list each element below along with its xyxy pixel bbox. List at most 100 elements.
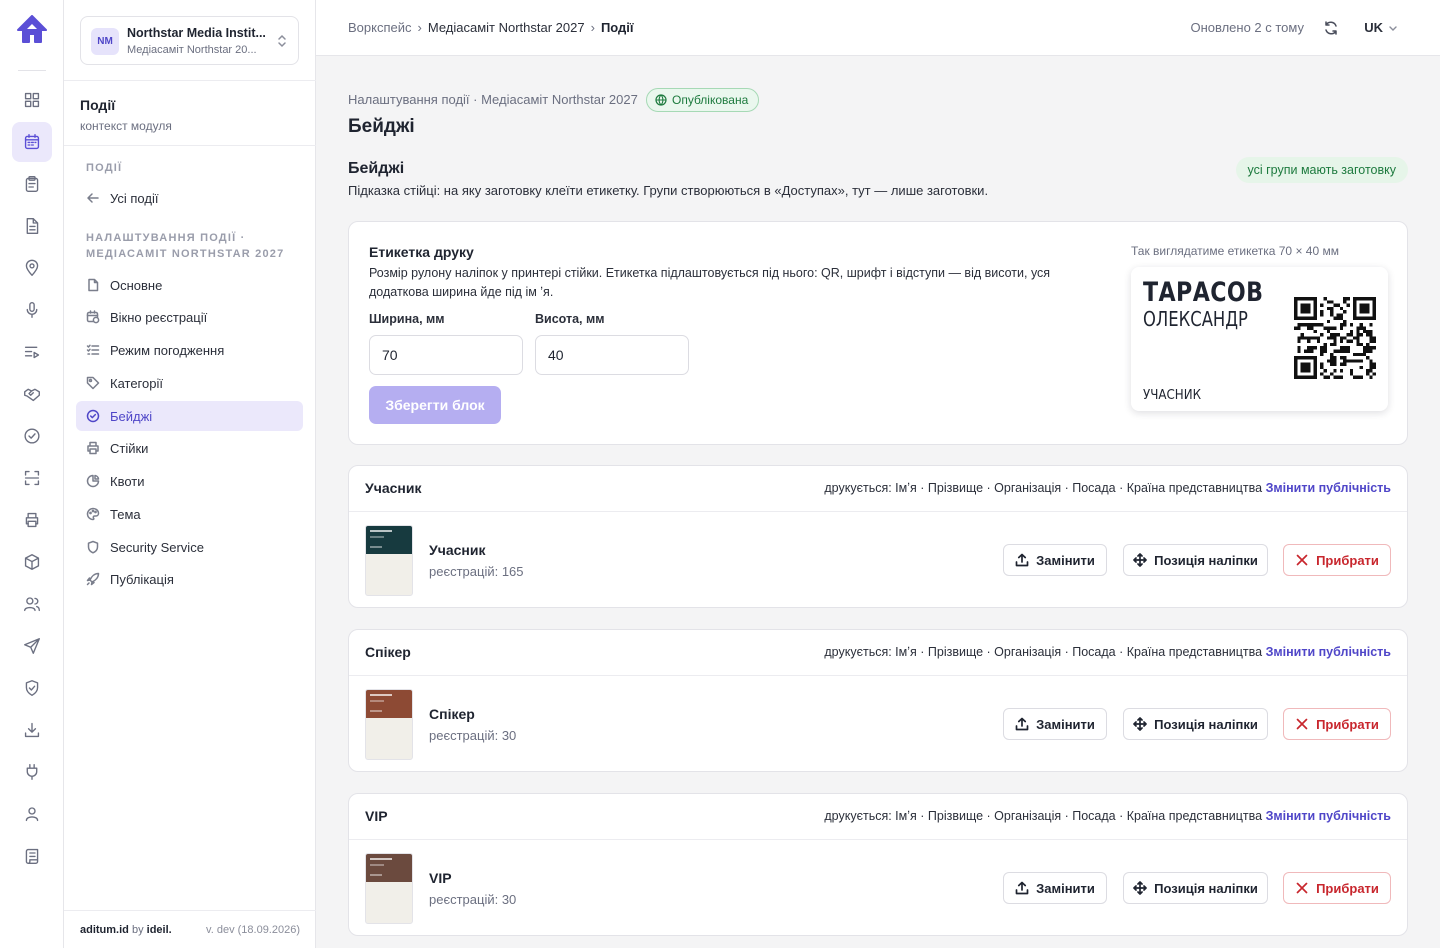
section-label-event-settings: НАЛАШТУВАННЯ ПОДІЇ · МЕДІАСАМІТ NORTHSTA… xyxy=(86,230,284,262)
module-title: Події xyxy=(80,97,116,113)
upload-icon xyxy=(1015,553,1029,567)
tag-icon xyxy=(86,376,100,390)
rail-item-people[interactable] xyxy=(12,794,52,834)
change-visibility-link[interactable]: Змінити публічність xyxy=(1266,481,1391,495)
replace-button-label: Замінити xyxy=(1036,880,1095,896)
sticker-position-button[interactable]: Позиція наліпки xyxy=(1123,872,1268,904)
group-name: Учасник xyxy=(429,542,486,558)
users-icon xyxy=(24,597,40,612)
sidebar-item-8[interactable]: Тема xyxy=(76,499,303,529)
rail-item-plug[interactable] xyxy=(12,752,52,792)
badge-group-card: Учасник друкується: Імʼя · Прізвище · Орг… xyxy=(348,465,1408,608)
group-printed-fields: друкується: Імʼя · Прізвище · Організаці… xyxy=(824,809,1391,823)
org-name: Northstar Media Instit... xyxy=(127,26,266,40)
sidebar-item-7[interactable]: Квоти xyxy=(76,466,303,496)
sticker-position-button[interactable]: Позиція наліпки xyxy=(1123,544,1268,576)
sidebar-item-label: Вікно реєстрації xyxy=(110,309,208,325)
remove-button[interactable]: Прибрати xyxy=(1283,544,1391,576)
rail-item-list-play[interactable] xyxy=(12,332,52,372)
remove-button[interactable]: Прибрати xyxy=(1283,708,1391,740)
rail-item-calendar[interactable] xyxy=(12,122,52,162)
brand-maker: ideil. xyxy=(146,924,172,936)
replace-button[interactable]: Замінити xyxy=(1003,872,1107,904)
chevron-updown-icon xyxy=(278,34,286,48)
sidebar-item-label: Категорії xyxy=(110,375,163,391)
rail-item-check-circle[interactable] xyxy=(12,416,52,456)
main-content: Налаштування події · Медіасаміт Northsta… xyxy=(316,56,1440,948)
sidebar-item-10[interactable]: Публікація xyxy=(76,564,303,594)
rail-item-location-pin[interactable] xyxy=(12,248,52,288)
rail-item-send[interactable] xyxy=(12,626,52,666)
change-visibility-link[interactable]: Змінити публічність xyxy=(1266,645,1391,659)
sidebar-item-3[interactable]: Режим погодження xyxy=(76,335,303,365)
printed-fields-text: друкується: Імʼя · Прізвище · Організаці… xyxy=(824,481,1263,495)
rail-item-dashboard[interactable] xyxy=(12,80,52,120)
sidebar-item-4[interactable]: Категорії xyxy=(76,368,303,398)
close-icon xyxy=(1296,554,1308,566)
save-block-button[interactable]: Зберегти блок xyxy=(369,386,501,424)
preview-first-name: ОЛЕКСАНДР xyxy=(1143,307,1248,331)
breadcrumb-workspace[interactable]: Воркспейс xyxy=(348,20,412,35)
sidebar-item-5[interactable]: Бейджі xyxy=(76,401,303,431)
remove-button[interactable]: Прибрати xyxy=(1283,872,1391,904)
list-check-icon xyxy=(86,344,100,355)
sticker-position-button-label: Позиція наліпки xyxy=(1154,716,1258,732)
sidebar-item-label: Стійки xyxy=(110,440,149,456)
rail-item-scroll[interactable] xyxy=(12,836,52,876)
group-header: Учасник друкується: Імʼя · Прізвище · Орг… xyxy=(349,466,1407,512)
rail-item-document[interactable] xyxy=(12,206,52,246)
width-input[interactable] xyxy=(369,335,523,375)
org-switcher[interactable]: NM Northstar Media Instit... Медіасаміт … xyxy=(80,16,299,65)
aditum-logo-icon[interactable] xyxy=(16,15,48,45)
replace-button[interactable]: Замінити xyxy=(1003,708,1107,740)
rail-item-handshake[interactable] xyxy=(12,374,52,414)
registration-count: реєстрацій: 165 xyxy=(429,564,524,579)
rail-divider xyxy=(18,70,46,71)
shield-check-icon xyxy=(25,680,39,696)
microphone-icon xyxy=(26,302,38,318)
printed-fields-text: друкується: Імʼя · Прізвище · Організаці… xyxy=(824,645,1263,659)
badge-group-card: Спікер друкується: Імʼя · Прізвище · Орга… xyxy=(348,629,1408,772)
height-input[interactable] xyxy=(535,335,689,375)
change-visibility-link[interactable]: Змінити публічність xyxy=(1266,809,1391,823)
sidebar-item-label: Усі події xyxy=(110,190,159,206)
sticker-position-button-label: Позиція наліпки xyxy=(1154,880,1258,896)
rail-item-clipboard[interactable] xyxy=(12,164,52,204)
refresh-icon[interactable] xyxy=(1323,20,1339,36)
qr-code-icon xyxy=(1294,297,1376,379)
printer-icon xyxy=(87,441,99,455)
sidebar-item-9[interactable]: Security Service xyxy=(76,532,303,562)
breadcrumb-event[interactable]: Медіасаміт Northstar 2027 xyxy=(428,20,585,35)
group-printed-fields: друкується: Імʼя · Прізвище · Організаці… xyxy=(824,645,1391,659)
rail-item-shield-check[interactable] xyxy=(12,668,52,708)
group-header: VIP друкується: Імʼя · Прізвище · Організ… xyxy=(349,794,1407,840)
sidebar-item-1[interactable]: Основне xyxy=(76,270,303,300)
app-version: v. dev (18.09.2026) xyxy=(206,924,300,936)
breadcrumb: Воркспейс › Медіасаміт Northstar 2027 › … xyxy=(348,20,634,35)
registration-count: реєстрацій: 30 xyxy=(429,728,517,743)
rail-item-scan[interactable] xyxy=(12,458,52,498)
group-name: Спікер xyxy=(429,706,475,722)
sticker-position-button-label: Позиція наліпки xyxy=(1154,552,1258,568)
rail-item-box[interactable] xyxy=(12,542,52,582)
plug-icon xyxy=(26,764,38,780)
label-preview-caption: Так виглядатиме етикетка 70 × 40 мм xyxy=(1131,244,1339,258)
shield-icon xyxy=(87,540,99,554)
language-select[interactable]: UK xyxy=(1364,20,1398,35)
chevron-down-icon xyxy=(1389,25,1397,31)
badge-template-thumbnail xyxy=(365,689,413,760)
replace-button[interactable]: Замінити xyxy=(1003,544,1107,576)
rail-item-download[interactable] xyxy=(12,710,52,750)
sticker-position-button[interactable]: Позиція наліпки xyxy=(1123,708,1268,740)
rail-item-microphone[interactable] xyxy=(12,290,52,330)
dashboard-icon xyxy=(24,92,40,108)
sidebar-item-2[interactable]: Вікно реєстрації xyxy=(76,302,303,332)
scroll-icon xyxy=(25,848,39,864)
rail-item-printer[interactable] xyxy=(12,500,52,540)
close-icon xyxy=(1296,718,1308,730)
sidebar-item-all-events[interactable]: Усі події xyxy=(76,183,303,213)
group-printed-fields: друкується: Імʼя · Прізвище · Організаці… xyxy=(824,481,1391,495)
section-title: Бейджі xyxy=(348,160,405,177)
rail-item-users[interactable] xyxy=(12,584,52,624)
sidebar-item-6[interactable]: Стійки xyxy=(76,433,303,463)
